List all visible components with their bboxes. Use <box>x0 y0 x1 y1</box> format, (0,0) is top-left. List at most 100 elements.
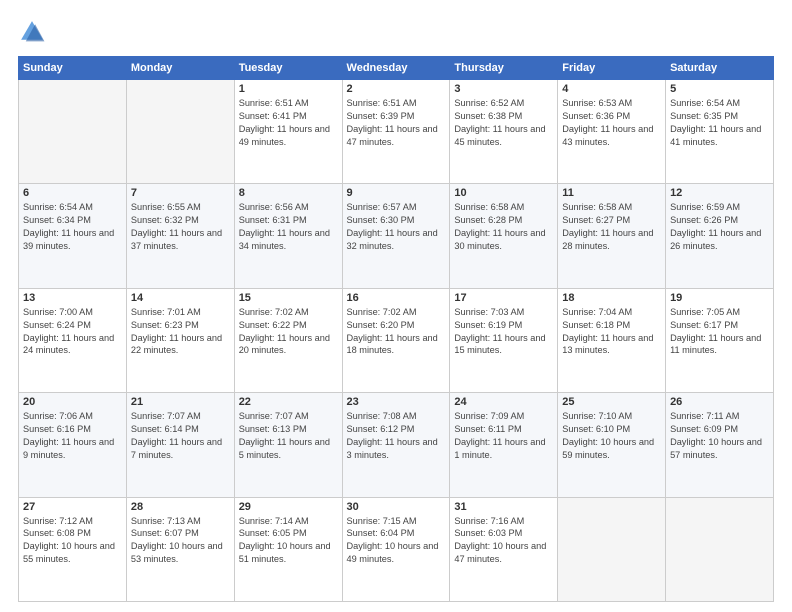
day-number: 1 <box>239 83 338 95</box>
calendar-cell: 3 Sunrise: 6:52 AMSunset: 6:38 PMDaylight… <box>450 80 558 184</box>
day-number: 31 <box>454 501 553 513</box>
day-info: Sunrise: 6:51 AMSunset: 6:41 PMDaylight:… <box>239 97 338 149</box>
day-number: 17 <box>454 292 553 304</box>
calendar-cell: 20 Sunrise: 7:06 AMSunset: 6:16 PMDayligh… <box>19 393 127 497</box>
calendar-cell <box>666 497 774 601</box>
day-number: 27 <box>23 501 122 513</box>
calendar-cell <box>19 80 127 184</box>
day-number: 10 <box>454 187 553 199</box>
day-info: Sunrise: 7:02 AMSunset: 6:22 PMDaylight:… <box>239 306 338 358</box>
calendar-cell: 23 Sunrise: 7:08 AMSunset: 6:12 PMDayligh… <box>342 393 450 497</box>
day-info: Sunrise: 6:54 AMSunset: 6:35 PMDaylight:… <box>670 97 769 149</box>
day-info: Sunrise: 6:51 AMSunset: 6:39 PMDaylight:… <box>347 97 446 149</box>
day-info: Sunrise: 7:08 AMSunset: 6:12 PMDaylight:… <box>347 410 446 462</box>
day-info: Sunrise: 7:05 AMSunset: 6:17 PMDaylight:… <box>670 306 769 358</box>
day-number: 5 <box>670 83 769 95</box>
day-number: 19 <box>670 292 769 304</box>
day-info: Sunrise: 7:06 AMSunset: 6:16 PMDaylight:… <box>23 410 122 462</box>
calendar-cell: 24 Sunrise: 7:09 AMSunset: 6:11 PMDayligh… <box>450 393 558 497</box>
day-info: Sunrise: 6:58 AMSunset: 6:28 PMDaylight:… <box>454 201 553 253</box>
calendar-cell: 22 Sunrise: 7:07 AMSunset: 6:13 PMDayligh… <box>234 393 342 497</box>
day-number: 15 <box>239 292 338 304</box>
weekday-header: Sunday <box>19 57 127 80</box>
calendar-cell: 15 Sunrise: 7:02 AMSunset: 6:22 PMDayligh… <box>234 288 342 392</box>
header <box>18 18 774 46</box>
calendar-cell: 21 Sunrise: 7:07 AMSunset: 6:14 PMDayligh… <box>126 393 234 497</box>
calendar-table: SundayMondayTuesdayWednesdayThursdayFrid… <box>18 56 774 602</box>
day-info: Sunrise: 6:57 AMSunset: 6:30 PMDaylight:… <box>347 201 446 253</box>
day-info: Sunrise: 7:04 AMSunset: 6:18 PMDaylight:… <box>562 306 661 358</box>
day-number: 14 <box>131 292 230 304</box>
calendar-cell: 30 Sunrise: 7:15 AMSunset: 6:04 PMDayligh… <box>342 497 450 601</box>
calendar-cell: 28Sunrise: 7:13 AMSunset: 6:07 PMDayligh… <box>126 497 234 601</box>
calendar-cell: 8 Sunrise: 6:56 AMSunset: 6:31 PMDaylight… <box>234 184 342 288</box>
day-number: 23 <box>347 396 446 408</box>
page: SundayMondayTuesdayWednesdayThursdayFrid… <box>0 0 792 612</box>
day-number: 29 <box>239 501 338 513</box>
calendar-cell: 1 Sunrise: 6:51 AMSunset: 6:41 PMDaylight… <box>234 80 342 184</box>
day-number: 24 <box>454 396 553 408</box>
weekday-header: Saturday <box>666 57 774 80</box>
calendar-cell: 5 Sunrise: 6:54 AMSunset: 6:35 PMDaylight… <box>666 80 774 184</box>
day-info: Sunrise: 7:01 AMSunset: 6:23 PMDaylight:… <box>131 306 230 358</box>
day-number: 2 <box>347 83 446 95</box>
weekday-header: Friday <box>558 57 666 80</box>
day-info: Sunrise: 7:09 AMSunset: 6:11 PMDaylight:… <box>454 410 553 462</box>
calendar-cell: 26Sunrise: 7:11 AMSunset: 6:09 PMDayligh… <box>666 393 774 497</box>
day-info: Sunrise: 6:55 AMSunset: 6:32 PMDaylight:… <box>131 201 230 253</box>
day-info: Sunrise: 7:07 AMSunset: 6:14 PMDaylight:… <box>131 410 230 462</box>
calendar-cell: 13Sunrise: 7:00 AMSunset: 6:24 PMDayligh… <box>19 288 127 392</box>
day-info: Sunrise: 6:53 AMSunset: 6:36 PMDaylight:… <box>562 97 661 149</box>
calendar-cell: 16 Sunrise: 7:02 AMSunset: 6:20 PMDayligh… <box>342 288 450 392</box>
logo <box>18 18 50 46</box>
day-info: Sunrise: 7:03 AMSunset: 6:19 PMDaylight:… <box>454 306 553 358</box>
day-number: 28 <box>131 501 230 513</box>
calendar-cell: 17 Sunrise: 7:03 AMSunset: 6:19 PMDayligh… <box>450 288 558 392</box>
day-info: Sunrise: 7:12 AMSunset: 6:08 PMDaylight:… <box>23 515 122 567</box>
calendar-cell: 10 Sunrise: 6:58 AMSunset: 6:28 PMDayligh… <box>450 184 558 288</box>
day-number: 7 <box>131 187 230 199</box>
day-number: 6 <box>23 187 122 199</box>
calendar-cell: 7 Sunrise: 6:55 AMSunset: 6:32 PMDaylight… <box>126 184 234 288</box>
day-number: 22 <box>239 396 338 408</box>
day-number: 30 <box>347 501 446 513</box>
calendar-cell: 19 Sunrise: 7:05 AMSunset: 6:17 PMDayligh… <box>666 288 774 392</box>
day-info: Sunrise: 7:02 AMSunset: 6:20 PMDaylight:… <box>347 306 446 358</box>
weekday-header: Monday <box>126 57 234 80</box>
day-number: 25 <box>562 396 661 408</box>
calendar-cell <box>126 80 234 184</box>
calendar-cell: 29 Sunrise: 7:14 AMSunset: 6:05 PMDayligh… <box>234 497 342 601</box>
day-number: 21 <box>131 396 230 408</box>
calendar-cell: 11 Sunrise: 6:58 AMSunset: 6:27 PMDayligh… <box>558 184 666 288</box>
calendar-cell: 2 Sunrise: 6:51 AMSunset: 6:39 PMDaylight… <box>342 80 450 184</box>
day-number: 4 <box>562 83 661 95</box>
day-info: Sunrise: 6:52 AMSunset: 6:38 PMDaylight:… <box>454 97 553 149</box>
day-info: Sunrise: 6:56 AMSunset: 6:31 PMDaylight:… <box>239 201 338 253</box>
day-number: 20 <box>23 396 122 408</box>
day-number: 9 <box>347 187 446 199</box>
calendar-cell: 27 Sunrise: 7:12 AMSunset: 6:08 PMDayligh… <box>19 497 127 601</box>
calendar-cell: 9 Sunrise: 6:57 AMSunset: 6:30 PMDaylight… <box>342 184 450 288</box>
day-number: 3 <box>454 83 553 95</box>
calendar-cell: 31 Sunrise: 7:16 AMSunset: 6:03 PMDayligh… <box>450 497 558 601</box>
day-info: Sunrise: 7:15 AMSunset: 6:04 PMDaylight:… <box>347 515 446 567</box>
day-number: 8 <box>239 187 338 199</box>
day-info: Sunrise: 7:14 AMSunset: 6:05 PMDaylight:… <box>239 515 338 567</box>
calendar-cell: 25Sunrise: 7:10 AMSunset: 6:10 PMDayligh… <box>558 393 666 497</box>
weekday-header: Thursday <box>450 57 558 80</box>
day-number: 18 <box>562 292 661 304</box>
calendar-cell: 14 Sunrise: 7:01 AMSunset: 6:23 PMDayligh… <box>126 288 234 392</box>
day-info: Sunrise: 7:07 AMSunset: 6:13 PMDaylight:… <box>239 410 338 462</box>
day-number: 13 <box>23 292 122 304</box>
day-number: 16 <box>347 292 446 304</box>
day-info: Sunrise: 7:11 AMSunset: 6:09 PMDaylight:… <box>670 410 769 462</box>
day-info: Sunrise: 6:59 AMSunset: 6:26 PMDaylight:… <box>670 201 769 253</box>
calendar-cell: 4 Sunrise: 6:53 AMSunset: 6:36 PMDaylight… <box>558 80 666 184</box>
day-number: 12 <box>670 187 769 199</box>
day-info: Sunrise: 7:16 AMSunset: 6:03 PMDaylight:… <box>454 515 553 567</box>
day-info: Sunrise: 6:54 AMSunset: 6:34 PMDaylight:… <box>23 201 122 253</box>
logo-icon <box>18 18 46 46</box>
day-number: 11 <box>562 187 661 199</box>
weekday-header: Wednesday <box>342 57 450 80</box>
day-info: Sunrise: 6:58 AMSunset: 6:27 PMDaylight:… <box>562 201 661 253</box>
